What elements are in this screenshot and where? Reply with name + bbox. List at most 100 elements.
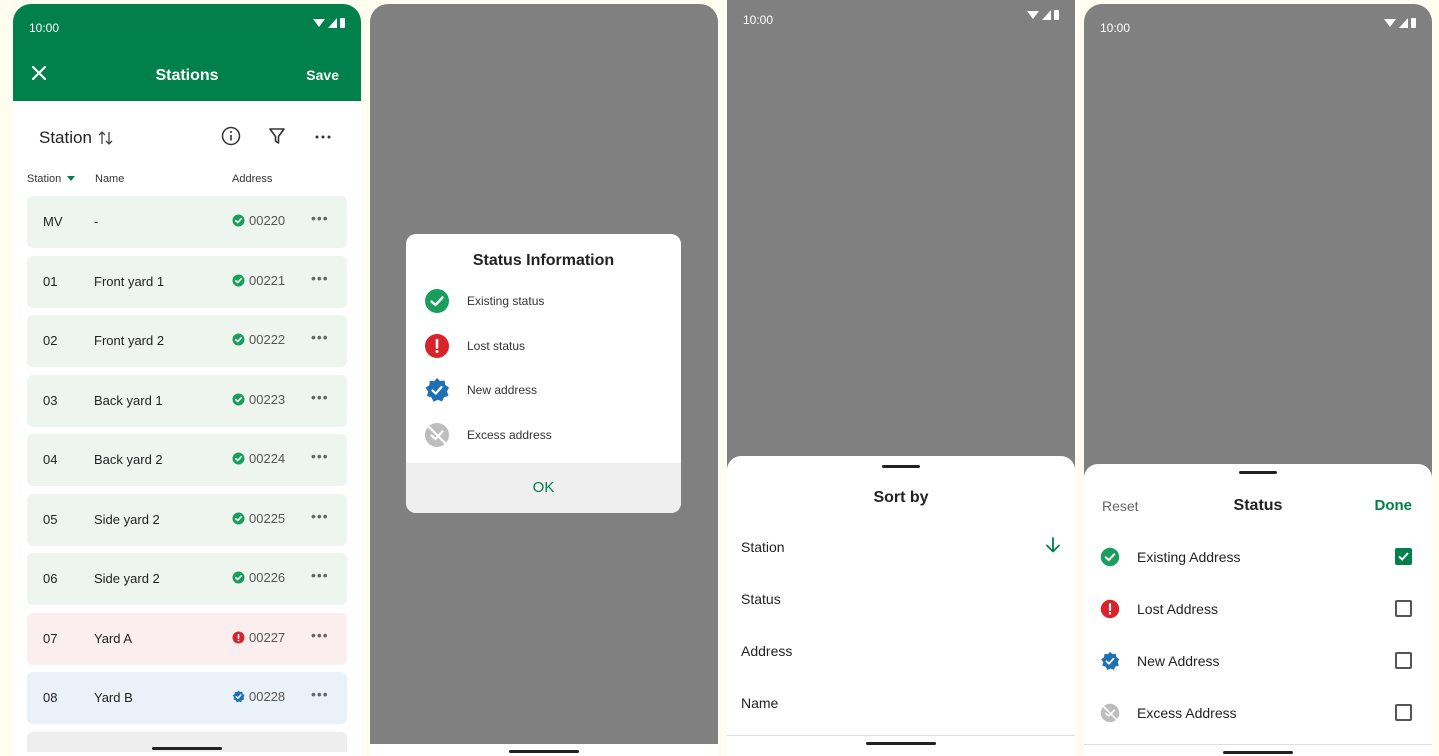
divider: [1084, 744, 1432, 745]
battery-icon: [340, 18, 345, 28]
status-icons: [1384, 18, 1416, 28]
column-header-name[interactable]: Name: [95, 173, 124, 185]
station-id: 07: [43, 630, 58, 646]
station-id: 05: [43, 511, 58, 527]
battery-icon: [1054, 10, 1059, 20]
sheet-grabber[interactable]: [882, 465, 920, 468]
signal-icon: [1399, 18, 1408, 28]
row-more-button[interactable]: •••: [311, 686, 329, 702]
check-circle-icon: [232, 393, 245, 405]
station-id: 02: [43, 333, 58, 348]
arrow-down-icon: [1045, 536, 1061, 557]
sort-option-station[interactable]: Station: [741, 536, 1061, 557]
sort-toggle[interactable]: Station: [39, 128, 114, 148]
station-id: 08: [43, 690, 58, 705]
wifi-icon: [313, 19, 325, 27]
sheet-grabber[interactable]: [1239, 471, 1277, 474]
sort-option-status[interactable]: Status: [741, 591, 1061, 607]
ok-button[interactable]: OK: [406, 463, 681, 513]
status-filter-sheet: Reset Status Done Existing Address Lost …: [1084, 464, 1432, 756]
sort-screen: 10:00 Sort by Station Status Address Nam…: [727, 0, 1075, 756]
filter-option-new[interactable]: New Address: [1100, 649, 1416, 673]
status-time: 10:00: [743, 13, 774, 27]
sort-option-address[interactable]: Address: [741, 643, 1061, 659]
checkbox-unchecked[interactable]: [1395, 600, 1412, 617]
station-name: Back yard 2: [94, 452, 163, 467]
table-row[interactable]: 02 Front yard 2 00222 •••: [27, 315, 347, 367]
status-icons: [1027, 10, 1059, 20]
wifi-icon: [1027, 11, 1039, 19]
info-icon[interactable]: [220, 125, 242, 147]
row-more-button[interactable]: •••: [311, 508, 329, 524]
filter-icon[interactable]: [266, 125, 288, 147]
filter-option-excess[interactable]: Excess Address: [1100, 701, 1416, 725]
station-id: 04: [43, 452, 58, 467]
legend-lost: Lost status: [424, 333, 525, 359]
status-filter-screen: 10:00 Reset Status Done Existing Address…: [1084, 4, 1432, 756]
alert-circle-icon: [232, 631, 245, 643]
filter-option-lost[interactable]: Lost Address: [1100, 597, 1416, 621]
alert-circle-icon: [425, 334, 449, 358]
verified-badge-icon: [425, 378, 449, 402]
legend-excess: Excess address: [424, 422, 552, 448]
save-button[interactable]: Save: [306, 67, 339, 83]
station-name: -: [94, 214, 99, 229]
sort-label: Station: [39, 128, 92, 147]
table-row[interactable]: 06 Side yard 2 00226 •••: [27, 553, 347, 605]
checkbox-unchecked[interactable]: [1395, 652, 1412, 669]
row-more-button[interactable]: •••: [311, 389, 329, 405]
table-row[interactable]: 04 Back yard 2 00224 •••: [27, 434, 347, 486]
check-circle-icon: [232, 512, 245, 524]
divider: [727, 735, 1075, 736]
table-row[interactable]: 01 Front yard 1 00221 •••: [27, 255, 347, 308]
wifi-icon: [1384, 19, 1396, 27]
station-address: 00225: [232, 511, 285, 526]
excess-badge-icon: [425, 423, 449, 447]
column-header-station[interactable]: Station: [27, 173, 76, 185]
sort-option-name[interactable]: Name: [741, 695, 1061, 711]
sheet-title: Sort by: [873, 489, 929, 506]
station-id: 01: [43, 273, 58, 289]
row-more-button[interactable]: •••: [311, 567, 329, 583]
station-name: Yard A: [94, 630, 133, 646]
station-name: Front yard 1: [94, 273, 165, 289]
row-more-button[interactable]: •••: [311, 210, 329, 226]
table-row[interactable]: 07 Yard A 00227 •••: [27, 612, 347, 665]
checkbox-checked[interactable]: [1395, 548, 1412, 565]
filter-option-existing[interactable]: Existing Address: [1100, 545, 1416, 569]
station-address: 00227: [232, 630, 285, 645]
table-row[interactable]: MV - 00220 •••: [27, 196, 347, 248]
checkbox-unchecked[interactable]: [1395, 704, 1412, 721]
more-icon[interactable]: [312, 125, 334, 147]
row-more-button[interactable]: •••: [311, 329, 329, 345]
battery-icon: [1411, 18, 1416, 28]
check-circle-icon: [232, 333, 245, 346]
table-row[interactable]: 05 Side yard 2 00225 •••: [27, 493, 347, 546]
dialog-title: Status Information: [472, 252, 615, 269]
home-indicator: [152, 747, 222, 750]
status-time: 10:00: [1100, 21, 1131, 35]
check-circle-icon: [232, 214, 245, 227]
home-indicator: [1223, 751, 1293, 754]
check-circle-icon: [232, 274, 245, 286]
row-more-button[interactable]: •••: [311, 627, 329, 643]
table-row[interactable]: 03 Back yard 1 00223 •••: [27, 374, 347, 427]
home-indicator: [509, 750, 579, 753]
station-name: Front yard 2: [94, 333, 165, 348]
row-more-button[interactable]: •••: [311, 448, 329, 464]
home-indicator: [866, 742, 936, 745]
station-address: 00224: [232, 451, 285, 466]
legend-new: New address: [424, 377, 537, 403]
station-list: MV - 00220 ••• 01 Front yard 1 00221 ••• 02 Front…: [27, 196, 347, 756]
status-info-dialog: Status Information Existing status Lost …: [406, 234, 681, 513]
caret-down-icon: [67, 176, 76, 181]
column-header-address[interactable]: Address: [232, 173, 272, 185]
signal-icon: [328, 18, 337, 28]
station-address: 00226: [232, 570, 285, 585]
status-icons: [313, 18, 345, 28]
table-row[interactable]: 08 Yard B 00228 •••: [27, 672, 347, 724]
done-button[interactable]: Done: [1375, 497, 1413, 514]
row-more-button[interactable]: •••: [311, 270, 329, 286]
station-name: Yard B: [94, 690, 133, 705]
sort-sheet: Sort by Station Status Address Name: [727, 456, 1075, 756]
